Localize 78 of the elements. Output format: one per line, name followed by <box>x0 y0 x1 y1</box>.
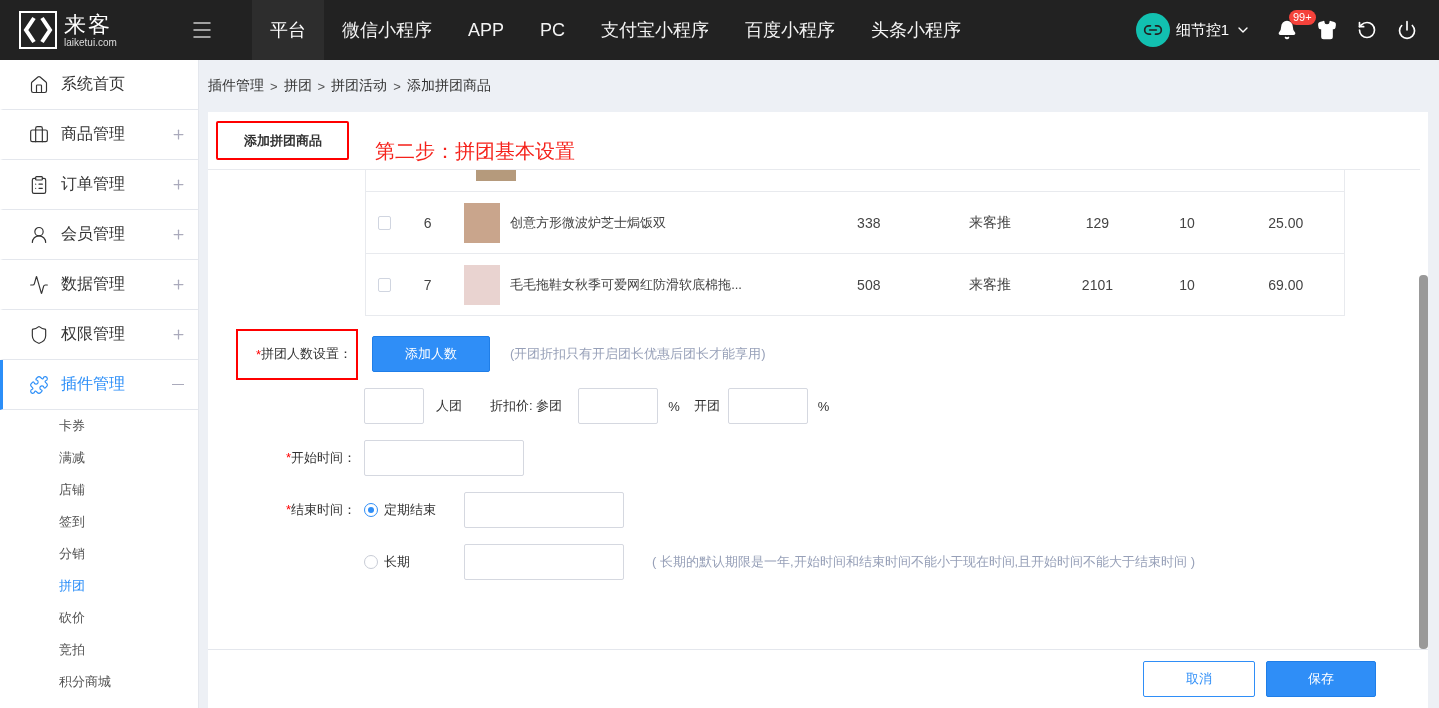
hint-text: (开团折扣只有开启团长优惠后团长才能享用) <box>510 345 766 363</box>
date-field[interactable] <box>364 440 524 476</box>
input-field[interactable] <box>364 388 424 424</box>
nav-tab[interactable]: 微信小程序 <box>324 0 450 60</box>
cancel-button[interactable]: 取消 <box>1143 661 1255 697</box>
input-field[interactable] <box>578 388 659 424</box>
hint-text: ( 长期的默认期限是一年,开始时间和结束时间不能小于现在时间,且开始时间不能大于结束时间 ) <box>652 553 1196 571</box>
table-cell-text: 毛毛拖鞋女秋季可爱网红防滑软底棉拖... <box>510 275 743 294</box>
briefcase-icon <box>29 124 49 145</box>
plus-icon <box>171 177 186 192</box>
breadcrumb-item[interactable]: 添加拼团商品 <box>406 77 491 95</box>
nav-tab[interactable]: 头条小程序 <box>853 0 980 60</box>
table-cell-text: 10 <box>1178 276 1196 293</box>
scrollbar-thumb[interactable] <box>1419 275 1428 649</box>
user-menu[interactable]: 细节控1 <box>1135 13 1251 47</box>
percent-text: % <box>668 398 680 414</box>
nav-tab[interactable]: 平台 <box>252 0 324 60</box>
plus-icon <box>171 227 186 242</box>
power-icon[interactable] <box>1397 20 1417 40</box>
table-cell-text: 25.00 <box>1267 214 1305 231</box>
puzzle-icon <box>29 374 49 395</box>
line-chart-icon <box>29 274 49 295</box>
table-cell-text: 来客推 <box>967 275 1012 294</box>
row-checkbox[interactable] <box>378 277 391 292</box>
form-label: *拼团人数设置： <box>236 328 358 380</box>
form-label: *开始时间： <box>284 449 356 467</box>
photo-placeholder <box>464 202 501 243</box>
shield-icon <box>29 324 49 345</box>
date-field[interactable] <box>464 544 624 580</box>
nav-tab[interactable]: PC <box>522 0 584 60</box>
table-cell-text: 69.00 <box>1267 276 1305 293</box>
row-checkbox[interactable] <box>378 215 391 230</box>
breadcrumb-item[interactable]: 插件管理 <box>208 77 264 95</box>
table-cell-text: 338 <box>856 214 882 231</box>
percent-text: % <box>817 398 830 414</box>
avatar-link-icon <box>1135 13 1170 47</box>
undo-icon[interactable] <box>1357 20 1377 40</box>
bell-icon[interactable] <box>1277 20 1297 40</box>
logo-domain: laiketui.com <box>64 36 117 48</box>
table-cell-text: 129 <box>1084 214 1111 231</box>
plus-icon <box>171 327 186 342</box>
breadcrumb-separator: > <box>393 78 401 94</box>
table-cell-text: 508 <box>856 276 882 293</box>
form-label: *结束时间： <box>284 501 356 519</box>
photo-placeholder <box>464 264 501 305</box>
annotation-text: 第二步：拼团基本设置 <box>375 139 575 164</box>
user-icon <box>29 224 49 245</box>
plus-icon <box>171 127 186 142</box>
nav-tab[interactable]: 支付宝小程序 <box>583 0 728 60</box>
nav-tab[interactable]: 百度小程序 <box>727 0 854 60</box>
photo-placeholder <box>476 170 516 181</box>
shirt-icon[interactable] <box>1317 20 1337 40</box>
breadcrumb-item[interactable]: 拼团活动 <box>331 77 388 95</box>
nav-tab[interactable]: APP <box>450 0 523 60</box>
tab-title[interactable]: 添加拼团商品 <box>216 121 349 160</box>
minus-icon <box>172 384 184 385</box>
input-field[interactable] <box>727 388 808 424</box>
table-cell-text: 6 <box>422 214 433 231</box>
table-cell-text: 2101 <box>1080 276 1114 293</box>
unit-text: 人团 <box>436 397 462 415</box>
table-cell-text: 10 <box>1178 214 1196 231</box>
radio-option[interactable]: 长期 <box>364 553 454 571</box>
breadcrumb-separator: > <box>317 78 326 94</box>
breadcrumb-item[interactable]: 拼团 <box>283 77 312 95</box>
radio-option[interactable]: 定期结束 <box>364 501 454 519</box>
table-cell-text: 创意方形微波炉芝士焗饭双 <box>510 213 668 232</box>
home-icon <box>29 74 49 95</box>
breadcrumb-separator: > <box>270 78 278 94</box>
logo-name: 来客 <box>64 12 113 37</box>
discount-label: 折扣价: 参团 <box>490 397 563 415</box>
clipboard-icon <box>29 174 49 195</box>
table-cell-text: 来客推 <box>967 213 1012 232</box>
leader-label: 开团 <box>693 397 720 415</box>
date-field[interactable] <box>464 492 624 528</box>
plus-icon <box>171 277 186 292</box>
notification-badge: 99+ <box>1289 10 1316 25</box>
logo-icon <box>18 10 58 50</box>
table-cell-text: 7 <box>422 276 433 293</box>
